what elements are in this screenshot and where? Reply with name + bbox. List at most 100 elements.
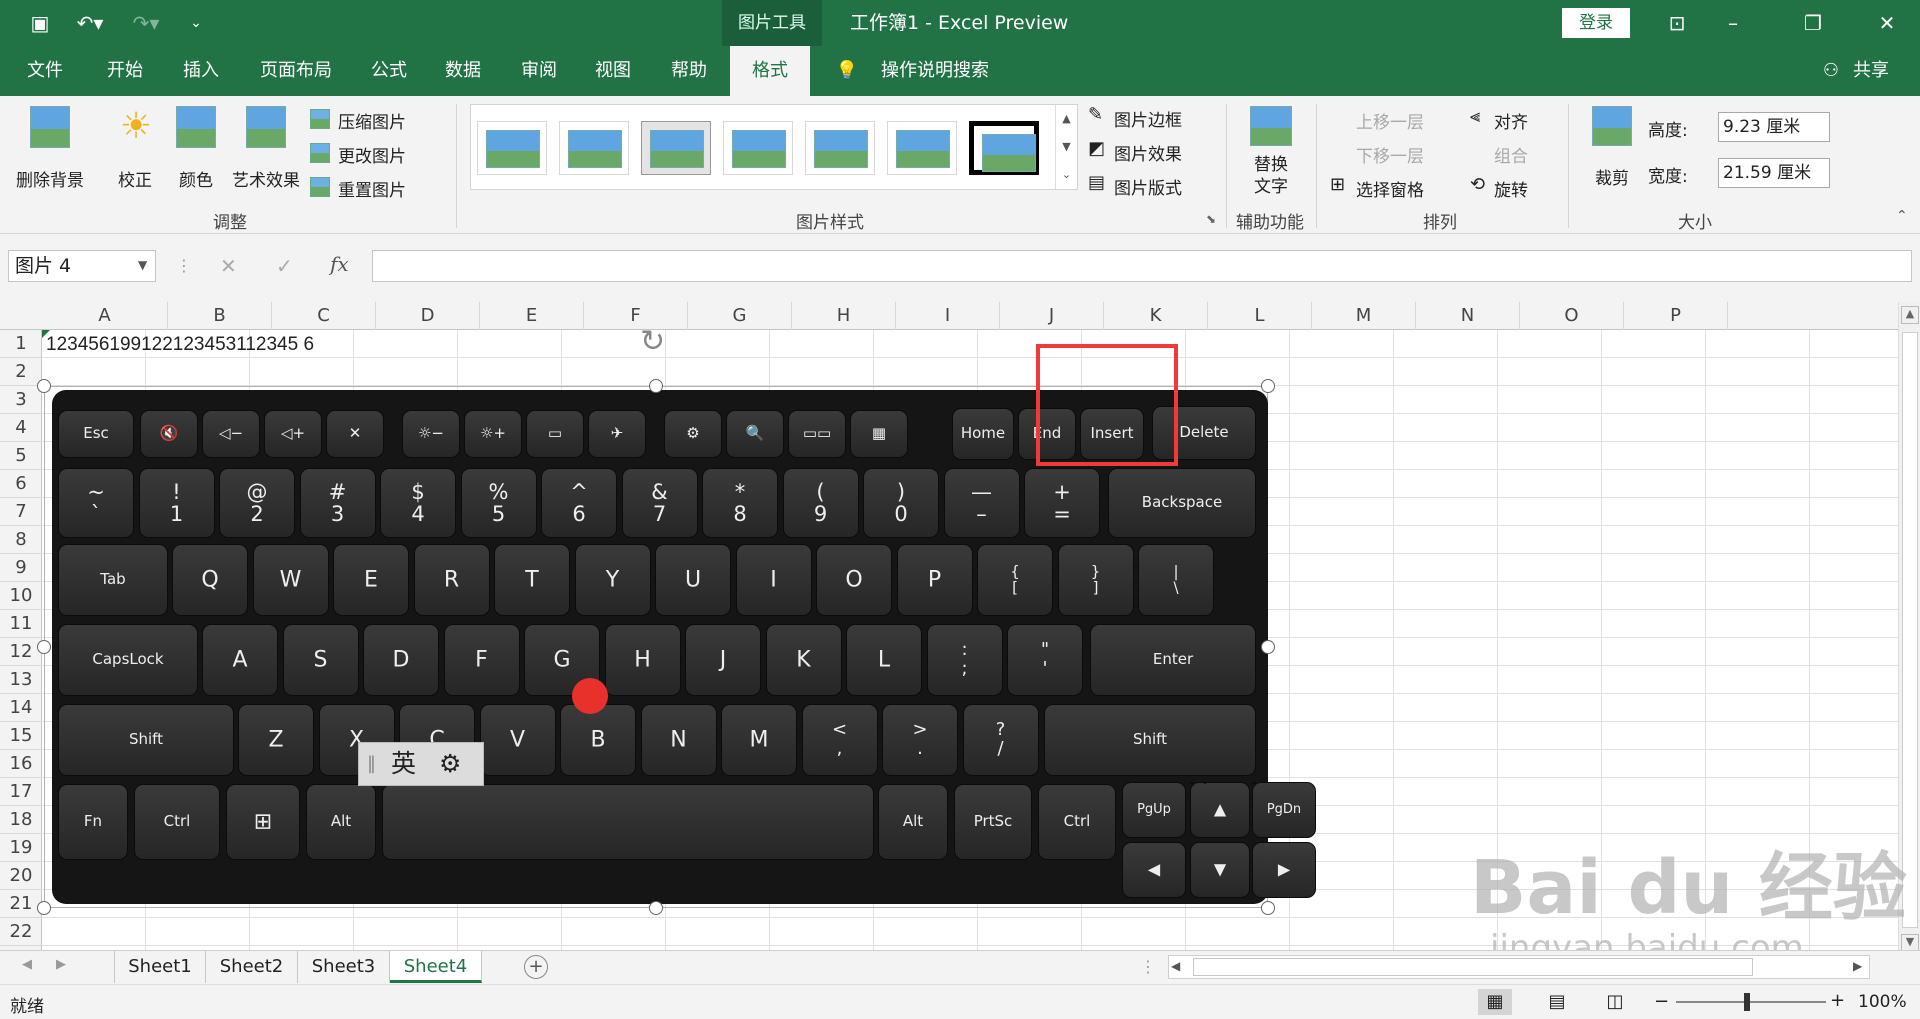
change-picture-button[interactable]: 更改图片 <box>310 140 440 167</box>
row-header-22[interactable]: 22 <box>0 918 42 946</box>
row-header-20[interactable]: 20 <box>0 862 42 890</box>
row-header-17[interactable]: 17 <box>0 778 42 806</box>
row-header-9[interactable]: 9 <box>0 554 42 582</box>
picture-style-1[interactable] <box>477 121 547 175</box>
share-button[interactable]: 共享 <box>1848 46 1894 96</box>
sheet-tab-4[interactable]: Sheet4 <box>390 951 482 983</box>
row-header-7[interactable]: 7 <box>0 498 42 526</box>
resize-handle[interactable] <box>37 379 51 393</box>
zoom-out-icon[interactable]: − <box>1654 991 1669 1012</box>
picture-style-2[interactable] <box>559 121 629 175</box>
cell-a1[interactable]: 123456199122123453112345 6 <box>46 334 314 356</box>
column-header-b[interactable]: B <box>168 302 272 330</box>
column-header-n[interactable]: N <box>1416 302 1520 330</box>
resize-handle[interactable] <box>37 901 51 915</box>
name-box[interactable]: 图片 4 <box>8 250 156 282</box>
reset-picture-button[interactable]: 重置图片 <box>310 174 440 201</box>
row-header-13[interactable]: 13 <box>0 666 42 694</box>
row-header-18[interactable]: 18 <box>0 806 42 834</box>
resize-handle[interactable] <box>1261 901 1275 915</box>
row-header-1[interactable]: 1 <box>0 330 42 358</box>
add-sheet-icon[interactable]: + <box>524 955 548 979</box>
resize-handle[interactable] <box>37 640 51 654</box>
resize-handle[interactable] <box>649 379 663 393</box>
horizontal-scrollbar[interactable]: ◀ ▶ <box>1168 955 1870 979</box>
save-icon[interactable]: ▣ <box>26 0 54 46</box>
resize-handle[interactable] <box>1261 379 1275 393</box>
row-header-2[interactable]: 2 <box>0 358 42 386</box>
login-button[interactable]: 登录 <box>1562 8 1630 38</box>
row-header-6[interactable]: 6 <box>0 470 42 498</box>
gallery-scroll-icon[interactable]: ▲ ▼ ⌄ <box>1055 105 1077 189</box>
scroll-right-icon[interactable]: ▶ <box>1853 959 1862 973</box>
customize-toolbar-icon[interactable]: ⌄ <box>186 0 206 46</box>
crop-button[interactable]: 裁剪 <box>1582 106 1642 206</box>
ime-toolbar[interactable]: ‖ 英 ⚙ <box>358 742 484 786</box>
artistic-effects-button[interactable]: 艺术效果 <box>228 106 304 206</box>
tab-page-layout[interactable]: 页面布局 <box>246 46 346 96</box>
enter-icon[interactable]: ✓ <box>276 254 293 278</box>
picture-style-3[interactable] <box>641 121 711 175</box>
column-header-p[interactable]: P <box>1624 302 1728 330</box>
width-input[interactable]: 21.59 厘米 <box>1718 158 1830 188</box>
ribbon-display-icon[interactable]: ⊡ <box>1660 0 1694 46</box>
minimize-icon[interactable]: – <box>1716 0 1750 46</box>
name-box-dropdown-icon[interactable]: ▼ <box>138 258 147 272</box>
picture-style-5[interactable] <box>805 121 875 175</box>
picture-effects-button[interactable]: ◩ 图片效果 <box>1088 138 1208 165</box>
row-header-21[interactable]: 21 <box>0 890 42 918</box>
sheet-tab-3[interactable]: Sheet3 <box>298 951 390 983</box>
tab-view[interactable]: 视图 <box>580 46 646 96</box>
column-header-l[interactable]: L <box>1208 302 1312 330</box>
row-header-8[interactable]: 8 <box>0 526 42 554</box>
page-break-view-icon[interactable]: ◫ <box>1598 989 1632 1015</box>
cancel-icon[interactable]: ✕ <box>220 254 237 278</box>
tab-home[interactable]: 开始 <box>92 46 158 96</box>
tab-file[interactable]: 文件 <box>10 46 80 96</box>
tab-format[interactable]: 格式 <box>730 46 810 96</box>
rotate-button[interactable]: ⟲ 旋转 <box>1470 174 1550 201</box>
row-header-10[interactable]: 10 <box>0 582 42 610</box>
remove-background-button[interactable]: 删除背景 <box>10 106 90 206</box>
page-layout-view-icon[interactable]: ▤ <box>1540 989 1574 1015</box>
normal-view-icon[interactable]: ▦ <box>1478 989 1512 1015</box>
column-header-c[interactable]: C <box>272 302 376 330</box>
corrections-button[interactable]: ☀ 校正 <box>104 106 166 206</box>
resize-handle[interactable] <box>1261 640 1275 654</box>
selection-pane-button[interactable]: ⊞ 选择窗格 <box>1330 174 1450 201</box>
picture-style-7[interactable] <box>969 121 1039 175</box>
close-icon[interactable]: ✕ <box>1870 0 1904 46</box>
group-objects-button[interactable]: 组合 <box>1470 140 1550 167</box>
insert-function-icon[interactable]: fx <box>330 252 349 276</box>
column-header-m[interactable]: M <box>1312 302 1416 330</box>
row-header-11[interactable]: 11 <box>0 610 42 638</box>
color-button[interactable]: 颜色 <box>166 106 226 206</box>
zoom-in-icon[interactable]: + <box>1830 990 1845 1011</box>
alt-text-button[interactable]: 替换 文字 <box>1236 106 1306 206</box>
compress-pictures-button[interactable]: 压缩图片 <box>310 106 430 133</box>
resize-handle[interactable] <box>649 901 663 915</box>
height-input[interactable]: 9.23 厘米 <box>1718 112 1830 142</box>
redo-icon[interactable]: ↷▾ <box>126 0 166 46</box>
row-header-12[interactable]: 12 <box>0 638 42 666</box>
column-header-d[interactable]: D <box>376 302 480 330</box>
column-header-k[interactable]: K <box>1104 302 1208 330</box>
row-header-15[interactable]: 15 <box>0 722 42 750</box>
formula-input[interactable] <box>372 250 1912 282</box>
picture-layout-button[interactable]: ▤ 图片版式 <box>1088 172 1208 199</box>
row-header-14[interactable]: 14 <box>0 694 42 722</box>
horizontal-scroll-thumb[interactable] <box>1193 958 1753 976</box>
zoom-slider[interactable] <box>1676 1001 1826 1003</box>
row-header-16[interactable]: 16 <box>0 750 42 778</box>
tab-formulas[interactable]: 公式 <box>356 46 422 96</box>
row-header-4[interactable]: 4 <box>0 414 42 442</box>
sheet-next-icon[interactable]: ▶ <box>56 957 66 972</box>
picture-border-button[interactable]: ✎ 图片边框 <box>1088 104 1208 131</box>
tab-insert[interactable]: 插入 <box>168 46 234 96</box>
rotate-handle-icon[interactable]: ↻ <box>640 324 665 359</box>
tab-splitter-icon[interactable]: ⋮ <box>1140 957 1156 976</box>
send-backward-button[interactable]: 下移一层 <box>1330 140 1450 167</box>
restore-icon[interactable]: ❐ <box>1796 0 1830 46</box>
column-header-j[interactable]: J <box>1000 302 1104 330</box>
ime-language[interactable]: 英 <box>391 743 416 785</box>
